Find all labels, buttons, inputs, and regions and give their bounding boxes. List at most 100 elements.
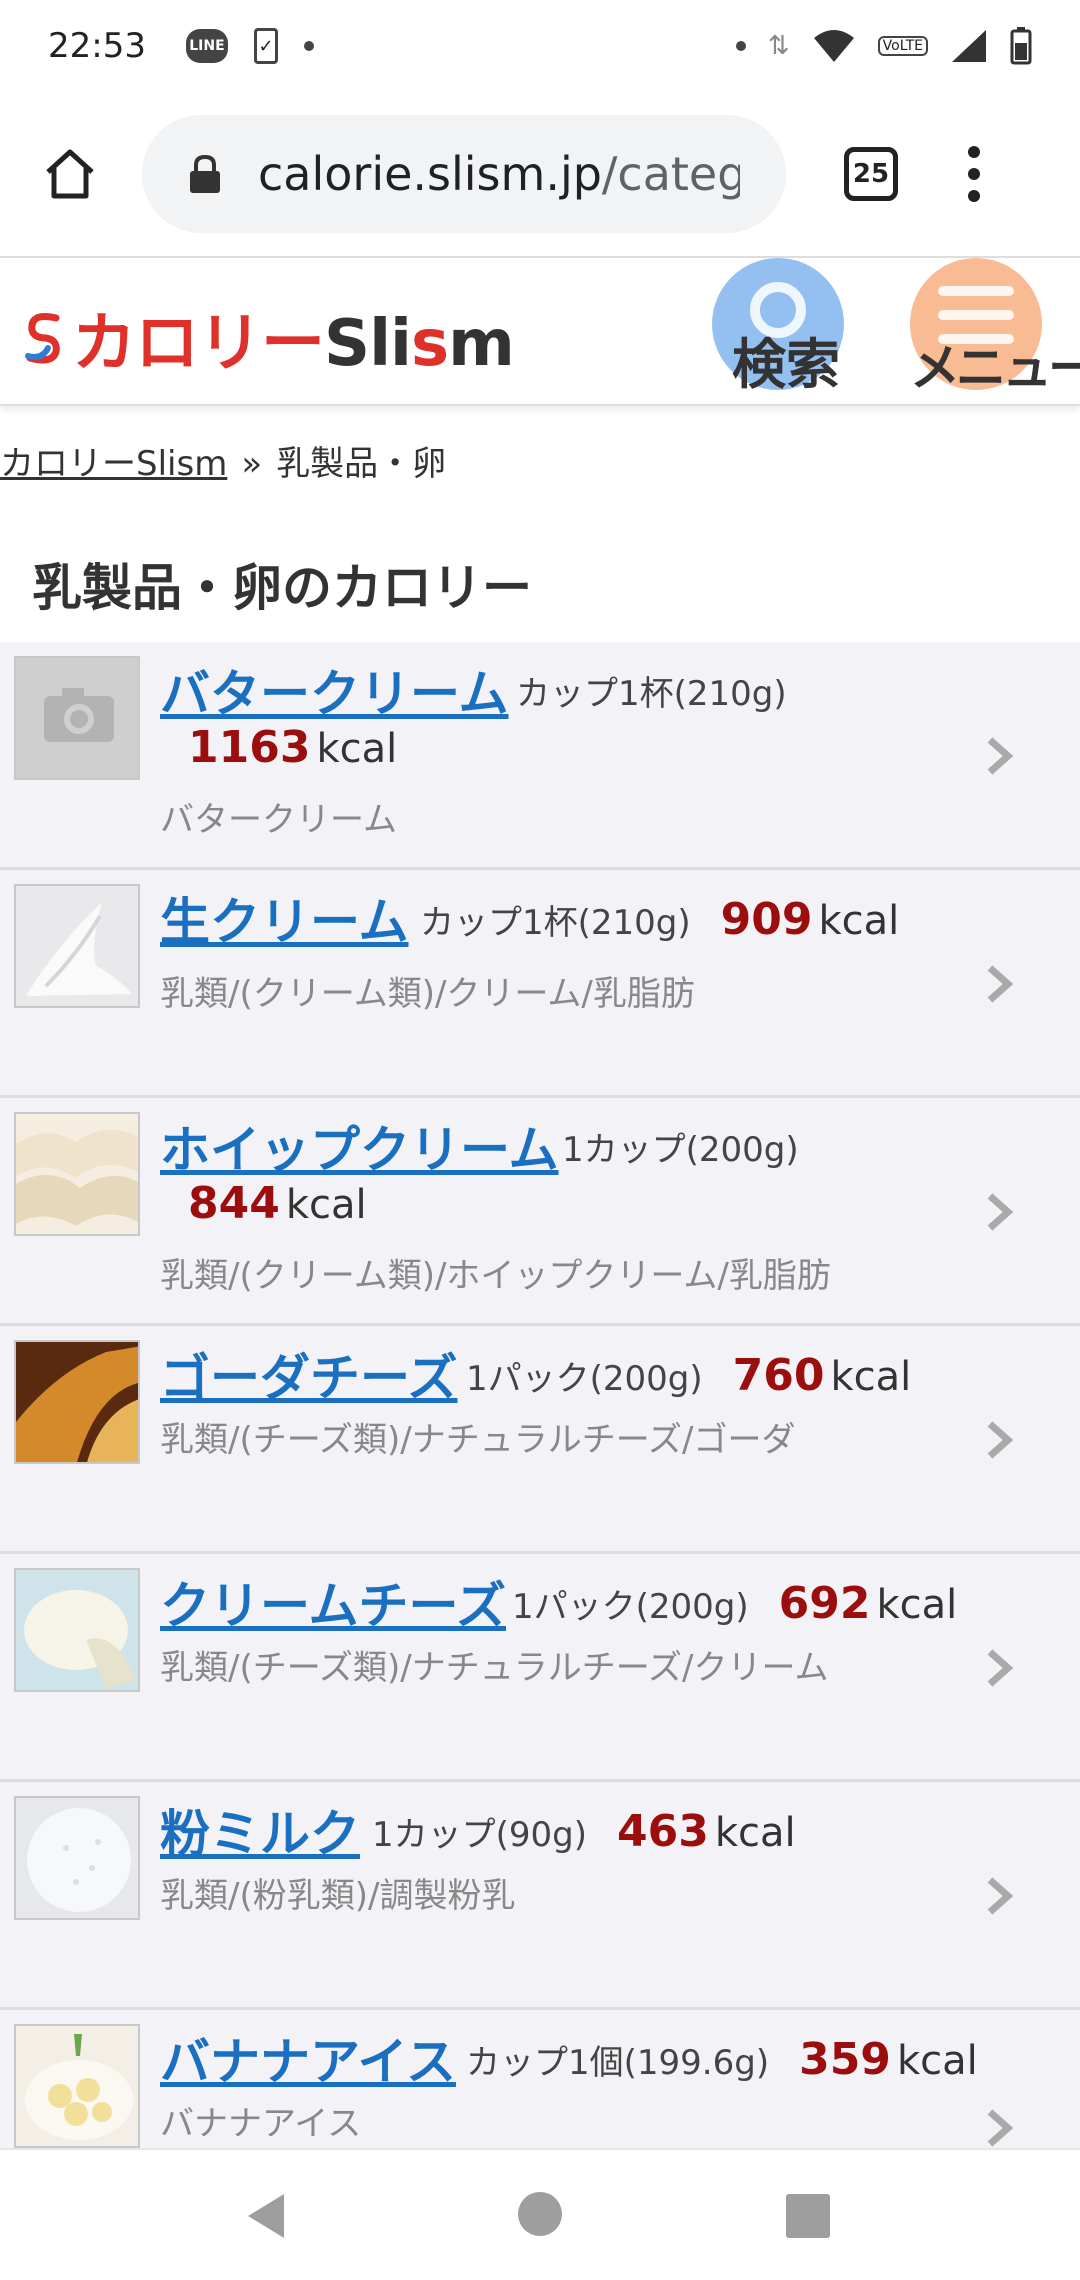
food-thumbnail[interactable] (14, 1112, 140, 1236)
page-title: 乳製品・卵のカロリー (32, 559, 532, 617)
logo-kana: カロリー (72, 307, 325, 381)
list-item[interactable]: 生クリーム カップ1杯(210g) 909 kcal 乳類/(クリーム類)/クリー… (0, 870, 1080, 1098)
menu-label: メニュー (910, 339, 1080, 397)
list-item[interactable]: ホイップクリーム 1カップ(200g) 844 kcal 乳類/(クリーム類)/ホ… (0, 1098, 1080, 1326)
food-thumbnail[interactable] (14, 2024, 140, 2148)
chevron-right-icon (987, 1421, 1014, 1459)
chevron-right-icon (987, 737, 1014, 775)
food-name-link[interactable]: ゴーダチーズ (160, 1338, 458, 1410)
breadcrumb-separator: » (241, 444, 263, 484)
lock-icon (190, 154, 220, 193)
status-bar: 22:53 LINE ✓ ⇅ VoLTE (0, 0, 1080, 92)
kcal-value: 692 (778, 1578, 871, 1629)
data-arrows-icon: ⇅ (767, 31, 790, 61)
kcal-value: 1163 (188, 722, 311, 773)
phone-check-icon: ✓ (253, 28, 278, 64)
food-portion: カップ1個(199.6g) (466, 2043, 770, 2083)
food-list: バタークリーム カップ1杯(210g) 1163 kcal バタークリーム 生クリ… (0, 642, 1080, 2152)
food-category: バタークリーム (160, 800, 397, 840)
kcal-unit: kcal (830, 1354, 912, 1400)
list-item[interactable]: 粉ミルク 1カップ(90g) 463 kcal 乳類/(粉乳類)/調製粉乳 (0, 1782, 1080, 2010)
kcal-unit: kcal (285, 1182, 367, 1228)
list-item[interactable]: クリームチーズ 1パック(200g) 692 kcal 乳類/(チーズ類)/ナチュ… (0, 1554, 1080, 1782)
food-name-link[interactable]: 生クリーム (160, 882, 409, 954)
status-time: 22:53 (48, 26, 146, 66)
food-category: 乳類/(チーズ類)/ナチュラルチーズ/クリーム (160, 1648, 829, 1688)
no-image-camera-icon (16, 658, 138, 778)
chevron-right-icon (987, 2109, 1014, 2147)
kcal-unit: kcal (818, 898, 900, 944)
food-name-link[interactable]: 粉ミルク (160, 1794, 360, 1866)
home-nav-icon[interactable] (518, 2192, 562, 2236)
chevron-right-icon (987, 1877, 1014, 1915)
home-icon[interactable] (40, 144, 100, 204)
kcal-value: 463 (617, 1806, 709, 1857)
food-thumbnail[interactable] (14, 1340, 140, 1464)
food-portion: 1パック(200g) (466, 1359, 703, 1399)
kcal-value: 760 (732, 1350, 825, 1401)
search-button[interactable]: 検索 (712, 258, 848, 396)
food-portion: 1パック(200g) (512, 1587, 749, 1627)
chevron-right-icon (987, 965, 1014, 1003)
food-thumbnail[interactable] (14, 1568, 140, 1692)
food-category: バナナアイス (160, 2104, 362, 2144)
chevron-right-icon (987, 1193, 1014, 1231)
powdered-milk-photo (16, 1798, 138, 1918)
banana-ice-photo (16, 2026, 138, 2146)
kcal-unit: kcal (876, 1582, 958, 1628)
food-category: 乳類/(クリーム類)/ホイップクリーム/乳脂肪 (160, 1256, 831, 1296)
logo-swirl-icon (25, 313, 60, 364)
line-app-icon: LINE (185, 29, 228, 63)
list-item[interactable]: バタークリーム カップ1杯(210g) 1163 kcal バタークリーム (0, 642, 1080, 870)
kcal-value: 844 (188, 1178, 280, 1229)
food-category: 乳類/(クリーム類)/クリーム/乳脂肪 (160, 974, 695, 1014)
back-icon[interactable] (244, 2192, 288, 2240)
gouda-cheese-photo (16, 1342, 138, 1462)
overflow-menu-icon[interactable] (968, 146, 980, 202)
menu-button[interactable]: メニュー (910, 258, 1080, 397)
list-item[interactable]: バナナアイス カップ1個(199.6g) 359 kcal バナナアイス (0, 2010, 1080, 2152)
site-logo[interactable]: カロリーSlism (22, 292, 515, 384)
wifi-icon (813, 30, 854, 62)
food-name-link[interactable]: バタークリーム (160, 654, 509, 726)
breadcrumb-home-link[interactable]: カロリーSlism (0, 444, 227, 484)
food-portion: 1カップ(90g) (372, 1815, 588, 1855)
dot-icon (303, 41, 314, 51)
food-portion: カップ1杯(210g) (516, 674, 787, 714)
address-bar[interactable]: calorie.slism.jp/catego (142, 115, 786, 233)
kcal-unit: kcal (714, 1810, 796, 1856)
food-thumbnail[interactable] (14, 884, 140, 1008)
food-category: 乳類/(チーズ類)/ナチュラルチーズ/ゴーダ (160, 1420, 796, 1460)
breadcrumb: カロリーSlism » 乳製品・卵 (0, 436, 446, 485)
dot-icon (735, 41, 746, 51)
food-thumbnail[interactable] (14, 1796, 140, 1920)
system-navigation-bar (0, 2148, 1080, 2280)
food-name-link[interactable]: ホイップクリーム (160, 1110, 559, 1182)
browser-toolbar: calorie.slism.jp/catego 25 (0, 92, 1080, 256)
food-portion: カップ1杯(210g) (420, 903, 691, 943)
recent-apps-icon[interactable] (786, 2194, 830, 2238)
site-header: カロリーSlism 検索 メニュー (0, 256, 1080, 406)
chevron-right-icon (987, 1649, 1014, 1687)
whipped-cream-photo (16, 1114, 138, 1234)
kcal-value: 359 (799, 2034, 891, 2085)
food-name-link[interactable]: バナナアイス (160, 2022, 456, 2094)
fresh-cream-photo (16, 886, 138, 1006)
kcal-unit: kcal (316, 726, 398, 772)
cream-cheese-photo (16, 1570, 138, 1690)
kcal-unit: kcal (896, 2038, 978, 2084)
url-text: calorie.slism.jp/catego (258, 147, 740, 201)
food-thumbnail[interactable] (14, 656, 140, 780)
signal-icon (952, 30, 986, 62)
volte-icon: VoLTE (877, 36, 928, 56)
breadcrumb-current: 乳製品・卵 (276, 444, 447, 484)
food-name-link[interactable]: クリームチーズ (160, 1566, 506, 1638)
food-category: 乳類/(粉乳類)/調製粉乳 (160, 1876, 516, 1916)
list-item[interactable]: ゴーダチーズ 1パック(200g) 760 kcal 乳類/(チーズ類)/ナチュラ… (0, 1326, 1080, 1554)
battery-icon (1010, 27, 1032, 65)
kcal-value: 909 (720, 894, 813, 945)
tab-switcher-button[interactable]: 25 (844, 147, 898, 201)
food-portion: 1カップ(200g) (562, 1130, 799, 1170)
search-label: 検索 (732, 333, 840, 396)
logo-latin: Slism (324, 307, 515, 381)
